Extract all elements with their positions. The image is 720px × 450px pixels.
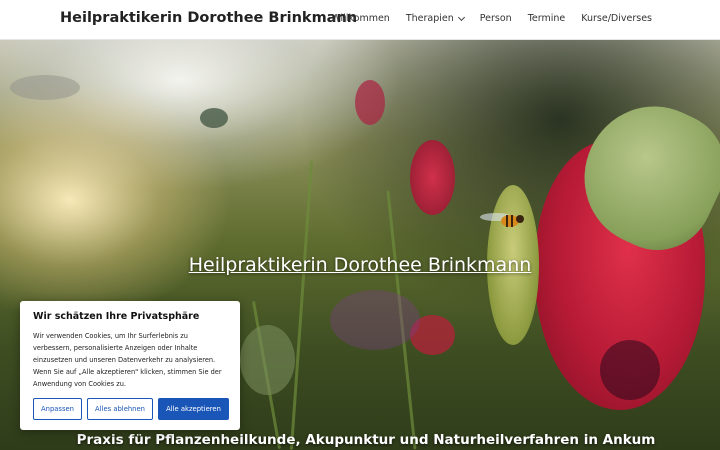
nav-item-kurse[interactable]: Kurse/Diverses: [581, 13, 652, 24]
nav-item-therapien-label: Therapien: [405, 13, 454, 24]
customize-button[interactable]: Anpassen: [33, 398, 82, 420]
cookie-consent-dialog: Wir schätzen Ihre Privatsphäre Wir verwe…: [20, 301, 240, 430]
flower-bud: [200, 108, 228, 128]
cookie-text: Wir verwenden Cookies, um Ihr Surferlebn…: [33, 332, 222, 388]
poppy-center: [600, 340, 660, 400]
flower-bud: [330, 290, 420, 350]
site-header: Heilpraktikerin Dorothee Brinkmann Willk…: [0, 0, 720, 40]
hero-title: Heilpraktikerin Dorothee Brinkmann: [188, 254, 532, 276]
hero-subtitle: Praxis für Pflanzenheilkunde, Akupunktur…: [76, 432, 656, 448]
flower-bud: [10, 75, 80, 100]
cookie-title: Wir schätzen Ihre Privatsphäre: [33, 311, 200, 322]
reject-all-button[interactable]: Alles ablehnen: [87, 398, 153, 420]
nav-item-termine[interactable]: Termine: [528, 13, 566, 24]
flower-bud: [355, 80, 385, 125]
main-nav: Willkommen Therapien Person Termine Kurs…: [331, 13, 652, 24]
hoverfly-icon: [480, 213, 524, 227]
flower-stem: [289, 160, 314, 450]
flower-bud: [410, 140, 455, 215]
chevron-down-icon: [457, 13, 465, 21]
nav-item-willkommen[interactable]: Willkommen: [331, 13, 389, 24]
flower-bud: [240, 325, 295, 395]
nav-item-therapien[interactable]: Therapien: [405, 13, 465, 24]
nav-item-person[interactable]: Person: [480, 13, 512, 24]
cookie-buttons: Anpassen Alles ablehnen Alle akzeptieren: [33, 398, 229, 420]
accept-all-button[interactable]: Alle akzeptieren: [158, 398, 229, 420]
site-title-link[interactable]: Heilpraktikerin Dorothee Brinkmann: [60, 10, 357, 26]
